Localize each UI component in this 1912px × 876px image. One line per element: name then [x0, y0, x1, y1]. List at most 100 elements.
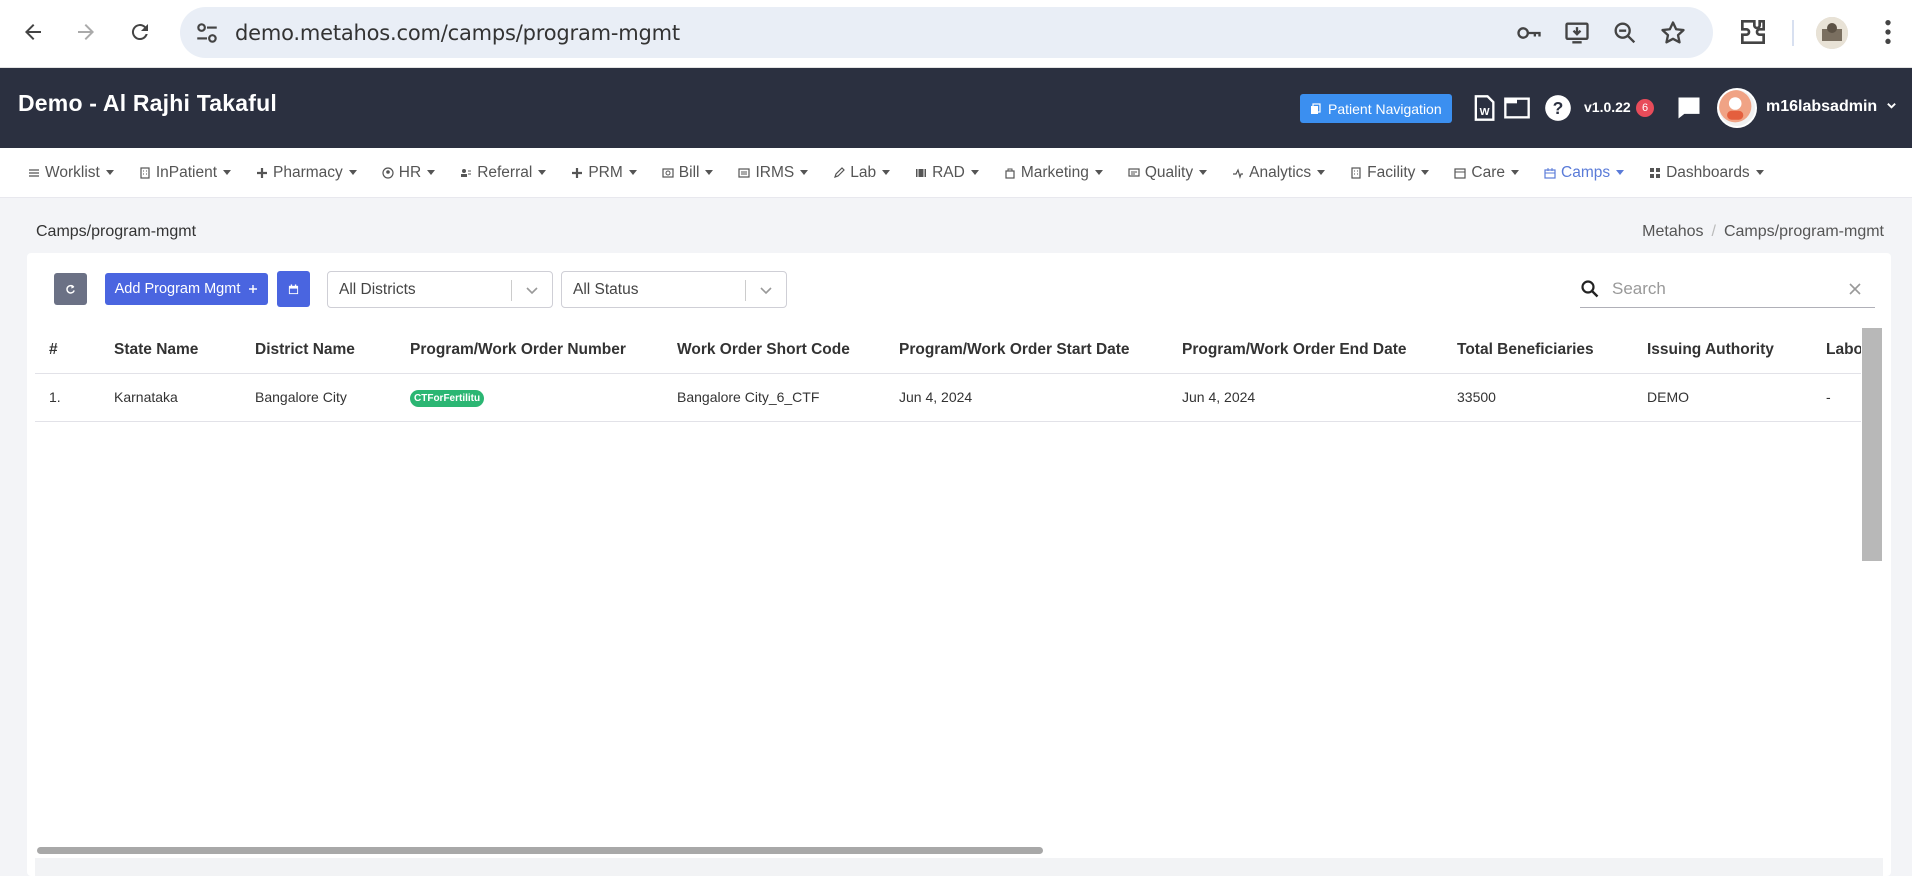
- work-order-badge[interactable]: CTForFertilitu: [410, 389, 485, 407]
- menu-item-marketing[interactable]: Marketing: [1004, 164, 1103, 182]
- chat-icon[interactable]: [1675, 94, 1703, 122]
- menu-item-rad[interactable]: RAD: [915, 164, 979, 182]
- district-select[interactable]: All Districts: [327, 271, 553, 308]
- key-icon[interactable]: [1515, 19, 1543, 47]
- column-header[interactable]: Program/Work Order Start Date: [885, 327, 1168, 374]
- vertical-scrollbar-thumb[interactable]: [1862, 328, 1882, 561]
- select-divider: [511, 280, 512, 301]
- table-cell: Karnataka: [100, 373, 241, 422]
- user-circle-icon: [382, 166, 394, 179]
- column-header[interactable]: Program/Work Order End Date: [1168, 327, 1443, 374]
- caret-down-icon: [1755, 170, 1764, 175]
- horizontal-scrollbar-thumb[interactable]: [37, 847, 1043, 854]
- status-select[interactable]: All Status: [561, 271, 787, 308]
- menu-item-referral[interactable]: Referral: [460, 163, 547, 182]
- column-header[interactable]: Program/Work Order Number: [396, 327, 663, 374]
- menu-item-inpatient[interactable]: InPatient: [139, 163, 232, 182]
- caret-down-icon: [705, 170, 714, 175]
- grid-icon: [1650, 167, 1661, 178]
- plus-icon: [249, 285, 258, 293]
- table-cell: 1.: [35, 373, 100, 422]
- menu-item-analytics[interactable]: Analytics: [1232, 164, 1326, 182]
- address-bar[interactable]: demo.metahos.com/camps/program-mgmt: [180, 7, 1713, 58]
- chevron-down-icon: [526, 287, 538, 295]
- plus-icon: [572, 167, 583, 178]
- menu-item-label: Bill: [678, 163, 700, 181]
- bookmark-star-icon[interactable]: [1659, 19, 1687, 47]
- zoom-icon[interactable]: [1611, 19, 1639, 47]
- list-box-icon: [738, 167, 751, 178]
- search-input[interactable]: [1612, 276, 1832, 302]
- close-icon[interactable]: [1847, 281, 1863, 297]
- reload-button[interactable]: [122, 14, 158, 50]
- column-header[interactable]: Issuing Authority: [1633, 327, 1812, 374]
- url-text: demo.metahos.com/camps/program-mgmt: [235, 21, 680, 45]
- word-document-icon[interactable]: W: [1470, 94, 1498, 122]
- caret-down-icon: [105, 170, 114, 175]
- patient-navigation-label: Patient Navigation: [1328, 100, 1442, 117]
- table-row[interactable]: 1. Karnataka Bangalore City CTForFertilitu B…: [35, 373, 1861, 422]
- notification-badge[interactable]: 6: [1636, 99, 1654, 117]
- menu-item-label: Care: [1471, 163, 1505, 181]
- menu-item-dashboards[interactable]: Dashboards: [1649, 164, 1764, 182]
- window-icon[interactable]: [1503, 94, 1531, 122]
- monitor-icon: [1128, 167, 1140, 177]
- table-body: 1. Karnataka Bangalore City CTForFertilitu B…: [35, 373, 1861, 422]
- refresh-button[interactable]: [54, 273, 87, 305]
- column-header[interactable]: Work Order Short Code: [663, 327, 885, 374]
- profile-icon: [1816, 17, 1848, 49]
- pulse-icon: [1233, 167, 1244, 179]
- menu-item-prm[interactable]: PRM: [571, 164, 637, 182]
- menu-item-pharmacy[interactable]: Pharmacy: [256, 164, 357, 182]
- caret-down-icon: [882, 170, 891, 175]
- caret-down-icon: [538, 170, 547, 175]
- caret-down-icon: [1616, 170, 1625, 175]
- add-program-mgmt-button[interactable]: Add Program Mgmt: [105, 273, 268, 305]
- bag-icon: [1005, 168, 1015, 179]
- help-icon[interactable]: ?: [1544, 94, 1572, 122]
- cell-text: Bangalore City_6_CTF: [677, 389, 820, 405]
- column-header[interactable]: District Name: [241, 327, 396, 374]
- username[interactable]: m16labsadmin: [1766, 98, 1897, 116]
- column-header[interactable]: State Name: [100, 327, 241, 374]
- menu-item-care[interactable]: Care: [1454, 164, 1519, 182]
- patient-navigation-button[interactable]: Patient Navigation: [1300, 94, 1452, 123]
- profile-avatar[interactable]: [1816, 17, 1848, 49]
- cell-text: 1.: [49, 389, 61, 405]
- menu-item-bill[interactable]: Bill: [662, 164, 714, 182]
- breadcrumb: Metahos / Camps/program-mgmt: [1642, 223, 1884, 241]
- menu-item-label: Quality: [1144, 163, 1194, 181]
- cell-text: Karnataka: [114, 389, 178, 405]
- menu-item-label: IRMS: [755, 163, 795, 181]
- extensions-icon[interactable]: [1737, 16, 1769, 48]
- menu-item-facility[interactable]: Facility: [1350, 164, 1430, 182]
- menu-item-camps[interactable]: Camps: [1544, 164, 1625, 182]
- menu-item-label: InPatient: [155, 163, 218, 181]
- breadcrumb-current: Camps/program-mgmt: [1723, 223, 1884, 240]
- menu-item-hr[interactable]: HR: [382, 164, 436, 182]
- caret-down-icon: [1317, 170, 1326, 175]
- breadcrumb-separator: /: [1711, 223, 1716, 240]
- column-header[interactable]: Labo: [1812, 327, 1861, 374]
- chevron-down-icon: [760, 287, 772, 295]
- table-container: # State Name District Name Program/Work Ord…: [35, 327, 1861, 852]
- caret-down-icon: [800, 170, 809, 175]
- back-button[interactable]: [15, 14, 51, 50]
- column-header[interactable]: #: [35, 327, 100, 374]
- menu-item-quality[interactable]: Quality: [1128, 163, 1208, 182]
- caret-down-icon: [1511, 170, 1519, 175]
- menu-item-irms[interactable]: IRMS: [738, 163, 809, 182]
- calendar-button[interactable]: [277, 271, 310, 307]
- more-menu-icon[interactable]: [1872, 16, 1904, 48]
- column-header[interactable]: Total Beneficiaries: [1443, 327, 1633, 374]
- install-app-icon[interactable]: [1563, 19, 1591, 47]
- forward-button[interactable]: [68, 14, 104, 50]
- menu-item-label: Referral: [477, 163, 533, 181]
- menu-item-worklist[interactable]: Worklist: [28, 164, 114, 182]
- menu-item-lab[interactable]: Lab: [833, 164, 891, 182]
- users-icon: [461, 168, 472, 177]
- breadcrumb-root[interactable]: Metahos: [1642, 223, 1703, 241]
- user-icon: [1719, 90, 1752, 123]
- user-avatar[interactable]: [1717, 88, 1757, 128]
- cell-text: DEMO: [1647, 389, 1689, 405]
